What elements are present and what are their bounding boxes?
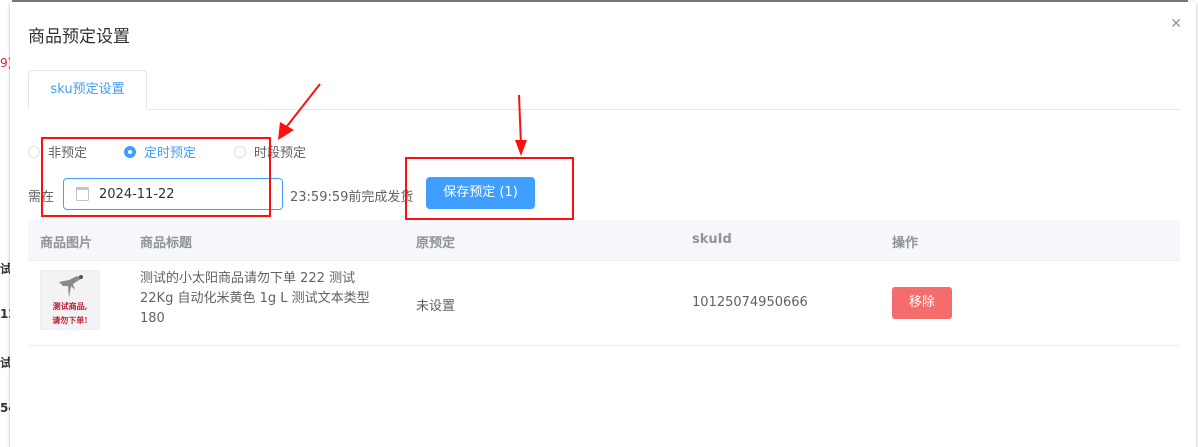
annotation-arrows (278, 83, 527, 156)
